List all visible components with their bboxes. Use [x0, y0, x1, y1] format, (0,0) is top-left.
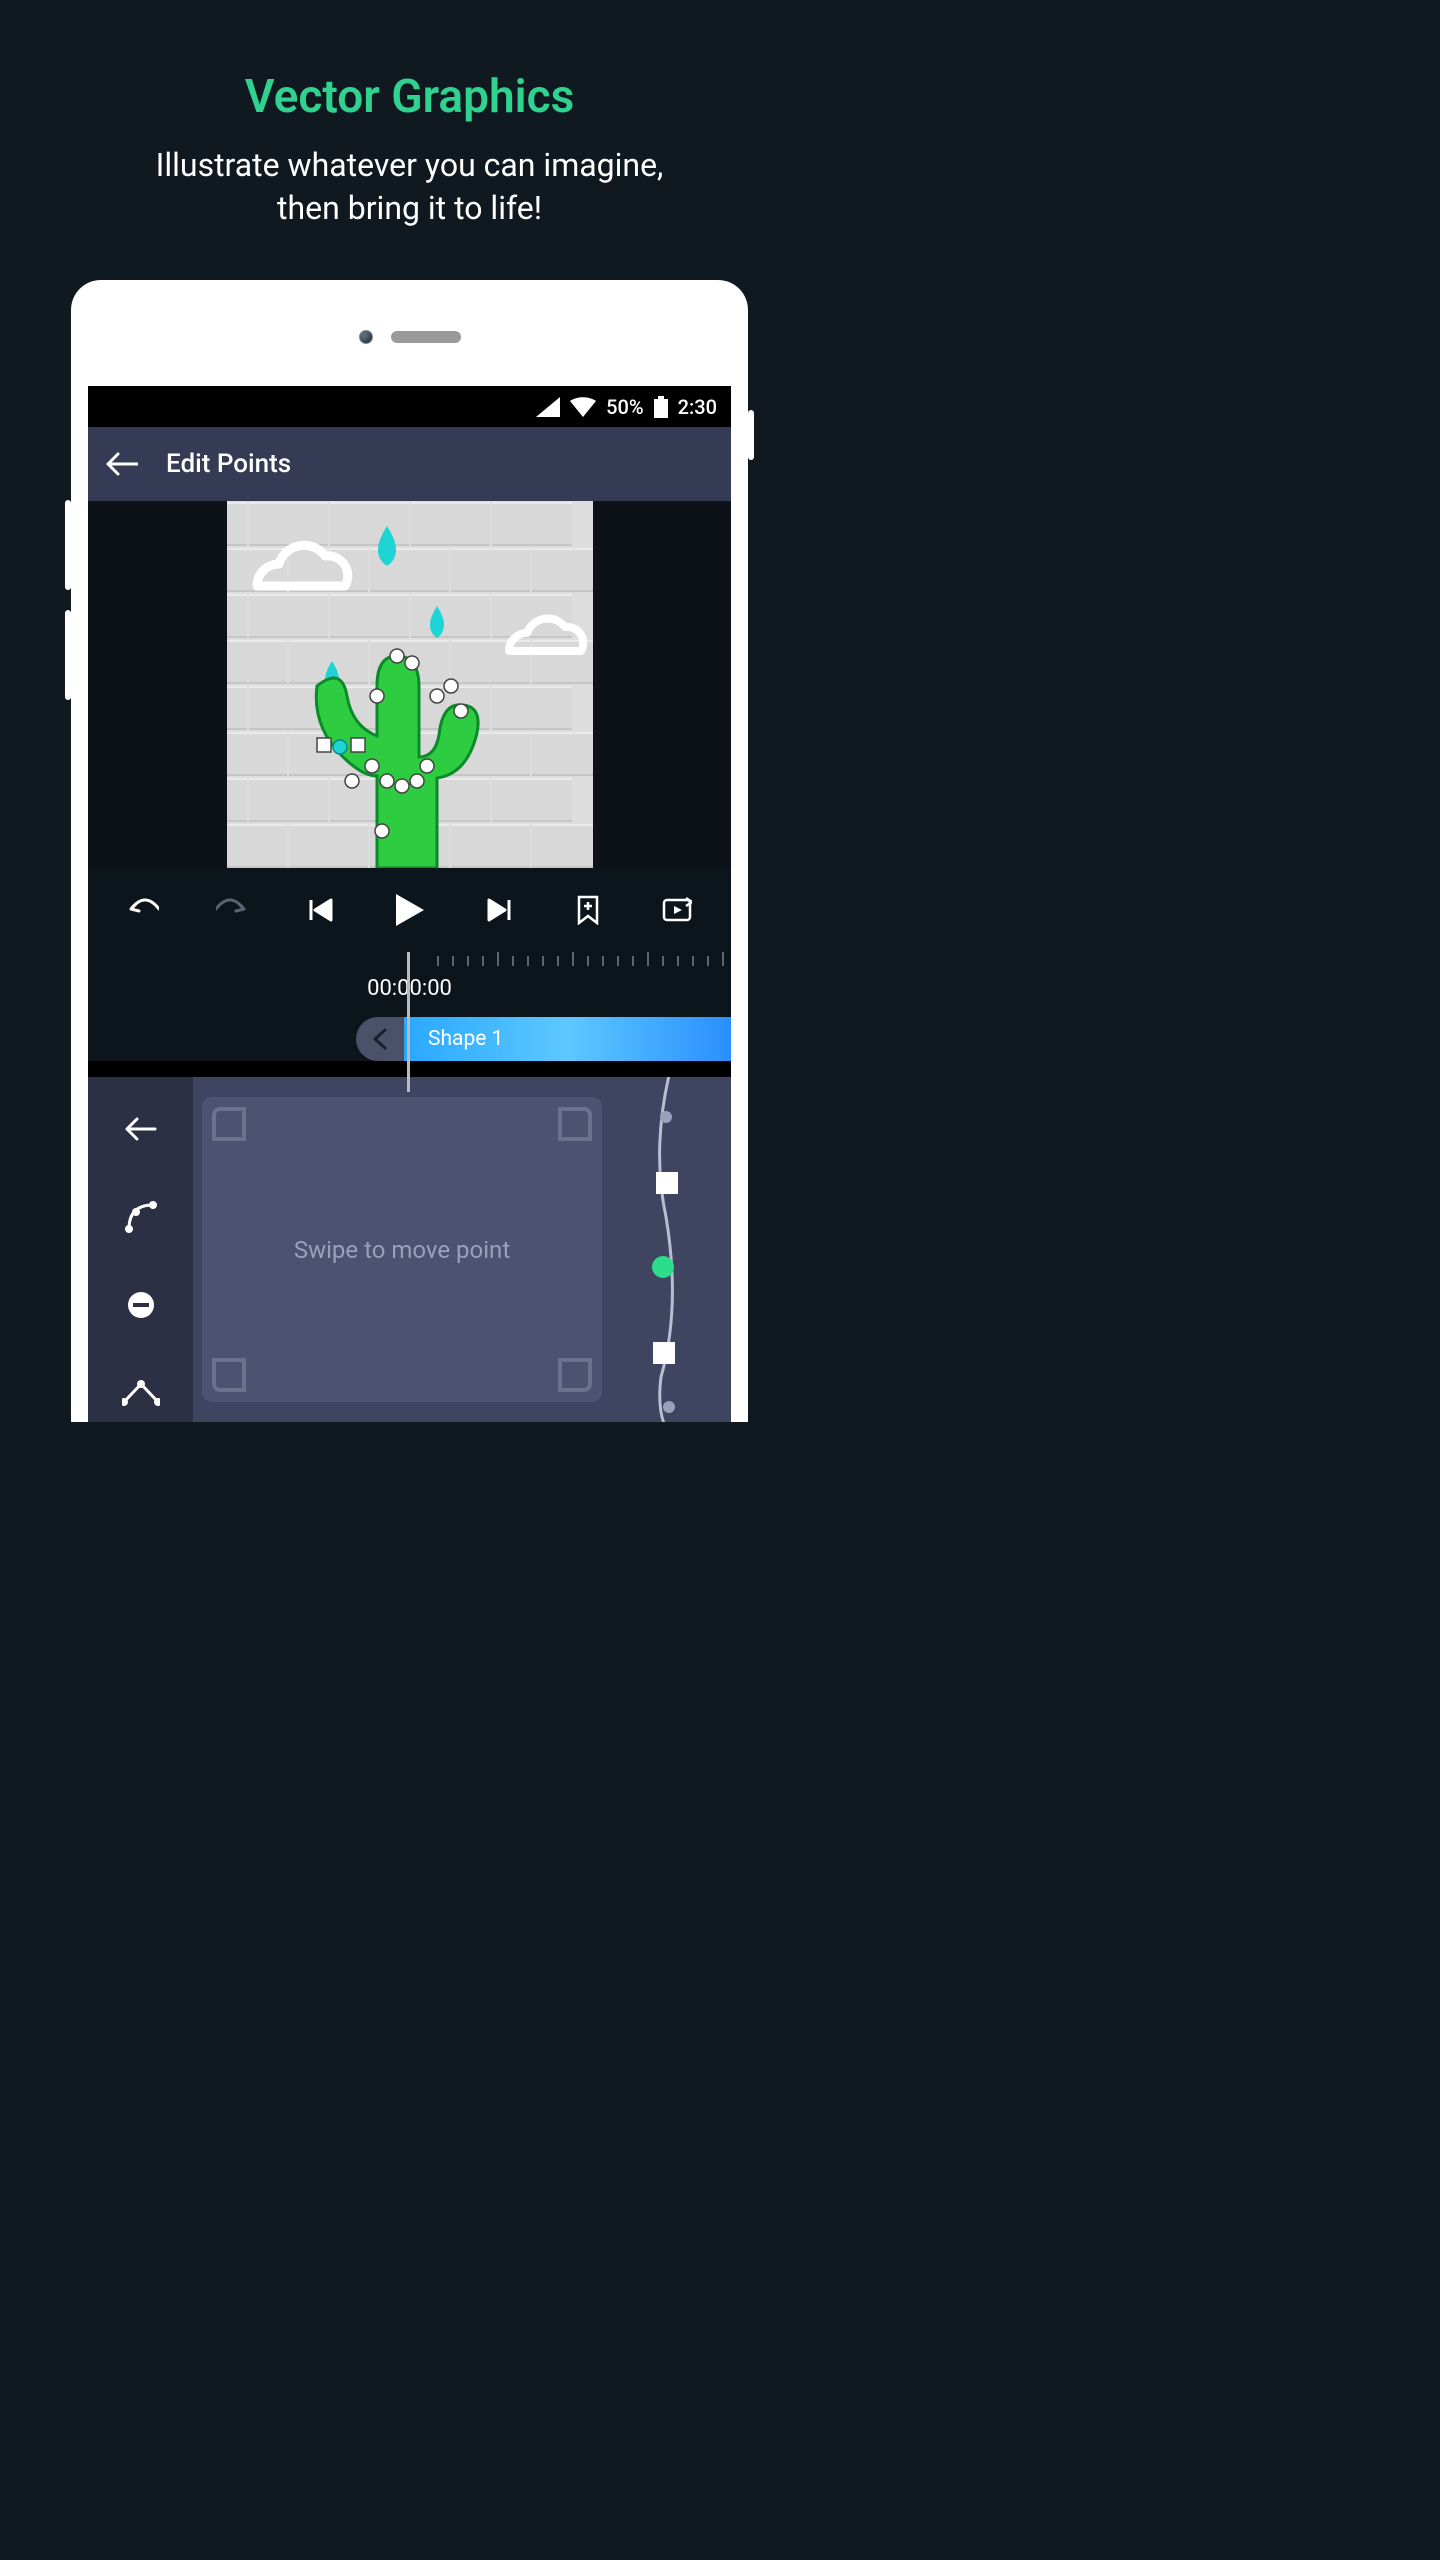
battery-icon [654, 396, 668, 418]
remove-point-tool[interactable] [119, 1283, 163, 1327]
device-screen: 50% 2:30 Edit Points [88, 386, 731, 1422]
panel-tool-column [88, 1077, 193, 1422]
signal-icon [536, 397, 560, 417]
trackpad-corner [558, 1107, 592, 1141]
cloud-shape-1[interactable] [257, 546, 348, 587]
loop-button[interactable] [655, 888, 699, 932]
front-camera [359, 330, 373, 344]
point-edit-panel: Swipe to move point [88, 1077, 731, 1422]
trackpad-corner [212, 1358, 246, 1392]
track-label: Shape 1 [428, 1027, 503, 1051]
battery-percent: 50% [606, 395, 643, 419]
volume-up-button [65, 500, 71, 590]
trackpad-corner [212, 1107, 246, 1141]
wifi-icon [570, 397, 596, 417]
track-collapse-handle[interactable] [356, 1017, 404, 1061]
timeline[interactable]: 00:00:00 Shape 1 [88, 952, 731, 1061]
raindrop-2[interactable] [430, 606, 444, 638]
trackpad-hint: Swipe to move point [294, 1236, 510, 1264]
timeline-playhead[interactable] [407, 952, 410, 1092]
tablet-frame: 50% 2:30 Edit Points [71, 280, 748, 1422]
back-arrow-icon[interactable] [106, 452, 138, 476]
promo-title: Vector Graphics [40, 70, 779, 124]
bezier-handle-tool[interactable] [119, 1371, 163, 1415]
add-point-tool[interactable] [119, 1195, 163, 1239]
timeline-track[interactable]: Shape 1 [404, 1017, 731, 1061]
power-button [748, 410, 754, 460]
point-curve-preview[interactable] [611, 1077, 731, 1422]
undo-button[interactable] [121, 888, 165, 932]
play-button[interactable] [388, 888, 432, 932]
status-bar: 50% 2:30 [88, 386, 731, 427]
redo-button[interactable] [210, 888, 254, 932]
vector-artwork[interactable] [227, 501, 593, 868]
page-title: Edit Points [166, 449, 291, 479]
skip-start-button[interactable] [299, 888, 343, 932]
artboard[interactable] [227, 501, 593, 868]
speaker-grille [391, 331, 461, 343]
cloud-shape-2[interactable] [509, 619, 583, 651]
trackpad-corner [558, 1358, 592, 1392]
title-bar: Edit Points [88, 427, 731, 501]
status-time: 2:30 [678, 395, 717, 419]
promo-subtitle: Illustrate whatever you can imagine, the… [40, 144, 779, 230]
canvas-area[interactable] [88, 501, 731, 868]
point-trackpad[interactable]: Swipe to move point [202, 1097, 602, 1402]
panel-back-button[interactable] [119, 1107, 163, 1151]
volume-down-button [65, 610, 71, 700]
playback-toolbar [88, 868, 731, 952]
raindrop-1[interactable] [378, 526, 396, 566]
skip-end-button[interactable] [477, 888, 521, 932]
bookmark-add-button[interactable] [566, 888, 610, 932]
